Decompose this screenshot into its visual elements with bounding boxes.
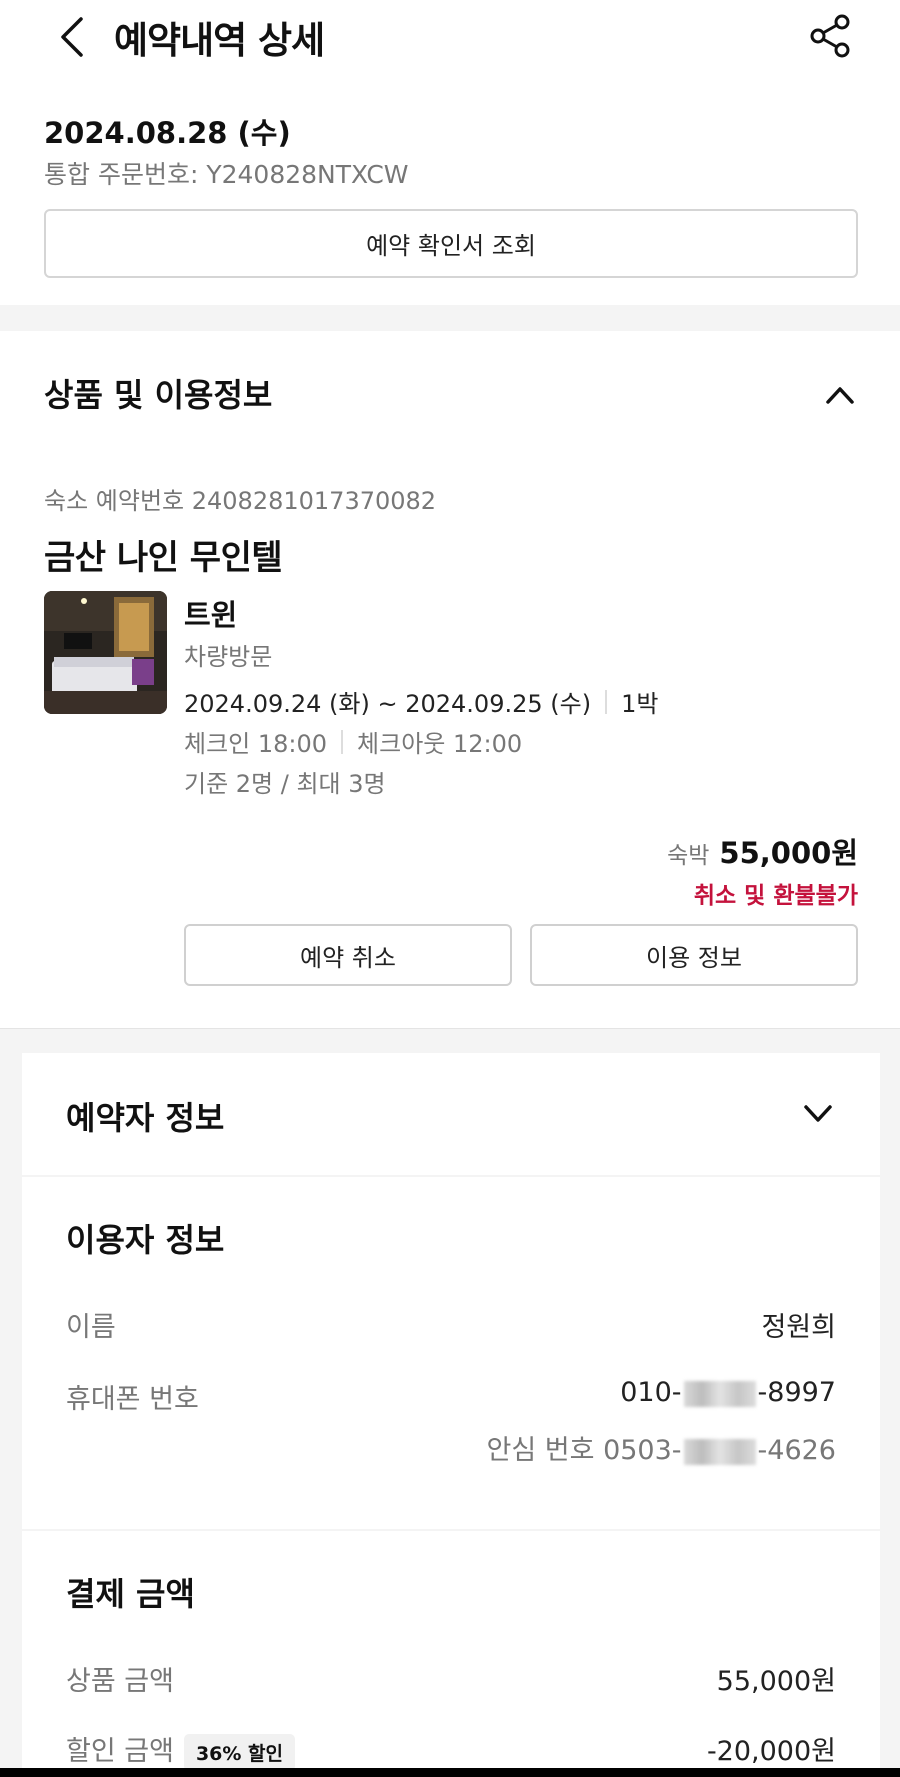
reservation-number-value: 2408281017370082 xyxy=(191,487,437,515)
user-info-title: 이용자 정보 xyxy=(66,1221,225,1259)
usage-info-button[interactable]: 이용 정보 xyxy=(530,924,858,986)
booker-info-card[interactable]: 예약자 정보 xyxy=(22,1053,880,1175)
divider xyxy=(605,689,608,714)
payment-title: 결제 금액 xyxy=(66,1575,195,1613)
price-value: 55,000원 xyxy=(719,836,858,870)
payment-card: 결제 금액 상품 금액 55,000원 할인 금액 36% 할인 -20,000원 xyxy=(22,1531,880,1777)
room-option: 차량방문 xyxy=(184,643,273,671)
section-divider xyxy=(0,305,900,331)
reservation-number-label: 숙소 예약번호 xyxy=(44,487,185,515)
stay-dates-row: 2024.09.24 (화) ~ 2024.09.25 (수) 1박 xyxy=(184,684,658,719)
safe-number-label: 안심 번호 xyxy=(486,1435,595,1466)
checkin-row: 체크인 18:00 체크아웃 12:00 xyxy=(184,724,522,759)
back-button[interactable] xyxy=(52,12,92,62)
reservation-number: 숙소 예약번호 2408281017370082 xyxy=(44,481,436,516)
divider xyxy=(341,729,344,754)
user-info-card: 이용자 정보 이름 정원희 휴대폰 번호 010- -8997 안심 번호 050… xyxy=(22,1177,880,1529)
page-title: 예약내역 상세 xyxy=(114,19,325,62)
booker-info-toggle[interactable] xyxy=(798,1093,838,1133)
safe-number-suffix: -4626 xyxy=(757,1435,836,1466)
product-amount-label: 상품 금액 xyxy=(66,1666,174,1697)
chevron-left-icon xyxy=(61,17,83,57)
room-name: 트윈 xyxy=(184,598,238,632)
share-button[interactable] xyxy=(806,12,854,60)
checkin-time: 체크인 18:00 xyxy=(184,730,328,758)
discount-badge: 36% 할인 xyxy=(183,1734,296,1771)
stay-dates: 2024.09.24 (화) ~ 2024.09.25 (수) xyxy=(184,690,592,718)
order-number: 통합 주문번호: Y240828NTXCW xyxy=(44,155,409,191)
safe-number-prefix: 0503- xyxy=(603,1435,682,1466)
share-icon xyxy=(810,14,850,58)
order-number-label: 통합 주문번호: xyxy=(44,160,207,189)
discount-row: 할인 금액 36% 할인 xyxy=(66,1729,296,1771)
checkout-time: 체크아웃 12:00 xyxy=(357,730,523,758)
masked-digits xyxy=(683,1380,756,1407)
product-section-title: 상품 및 이용정보 xyxy=(44,376,273,414)
phone-prefix: 010- xyxy=(620,1377,682,1408)
chevron-up-icon xyxy=(826,387,854,404)
bottom-edge xyxy=(0,1768,900,1777)
name-value: 정원희 xyxy=(761,1312,836,1343)
hotel-name: 금산 나인 무인텔 xyxy=(44,538,283,578)
app-header: 예약내역 상세 xyxy=(0,0,900,72)
cancel-reservation-button[interactable]: 예약 취소 xyxy=(184,924,512,986)
chevron-down-icon xyxy=(804,1105,832,1122)
phone-value: 010- -8997 xyxy=(620,1377,836,1408)
name-label: 이름 xyxy=(66,1312,116,1343)
occupancy: 기준 2명 / 최대 3명 xyxy=(184,770,386,798)
phone-label: 휴대폰 번호 xyxy=(66,1384,199,1415)
room-thumbnail[interactable] xyxy=(44,591,167,714)
product-amount-value: 55,000원 xyxy=(716,1666,836,1697)
discount-value: -20,000원 xyxy=(706,1736,836,1767)
room-photo xyxy=(44,591,167,714)
order-date: 2024.08.28 (수) xyxy=(44,116,291,150)
phone-suffix: -8997 xyxy=(757,1377,836,1408)
discount-label: 할인 금액 xyxy=(66,1736,174,1767)
booker-info-title: 예약자 정보 xyxy=(66,1099,225,1137)
product-section-toggle[interactable] xyxy=(820,375,860,415)
masked-digits xyxy=(683,1438,756,1465)
safe-number: 안심 번호 0503- -4626 xyxy=(487,1428,836,1467)
stay-nights: 1박 xyxy=(621,690,659,718)
price-label: 숙박 xyxy=(667,843,710,869)
refund-notice: 취소 및 환불불가 xyxy=(693,883,858,909)
price-row: 숙박 55,000원 xyxy=(667,830,858,872)
order-number-value: Y240828NTXCW xyxy=(206,160,409,189)
view-confirmation-button[interactable]: 예약 확인서 조회 xyxy=(44,209,858,278)
